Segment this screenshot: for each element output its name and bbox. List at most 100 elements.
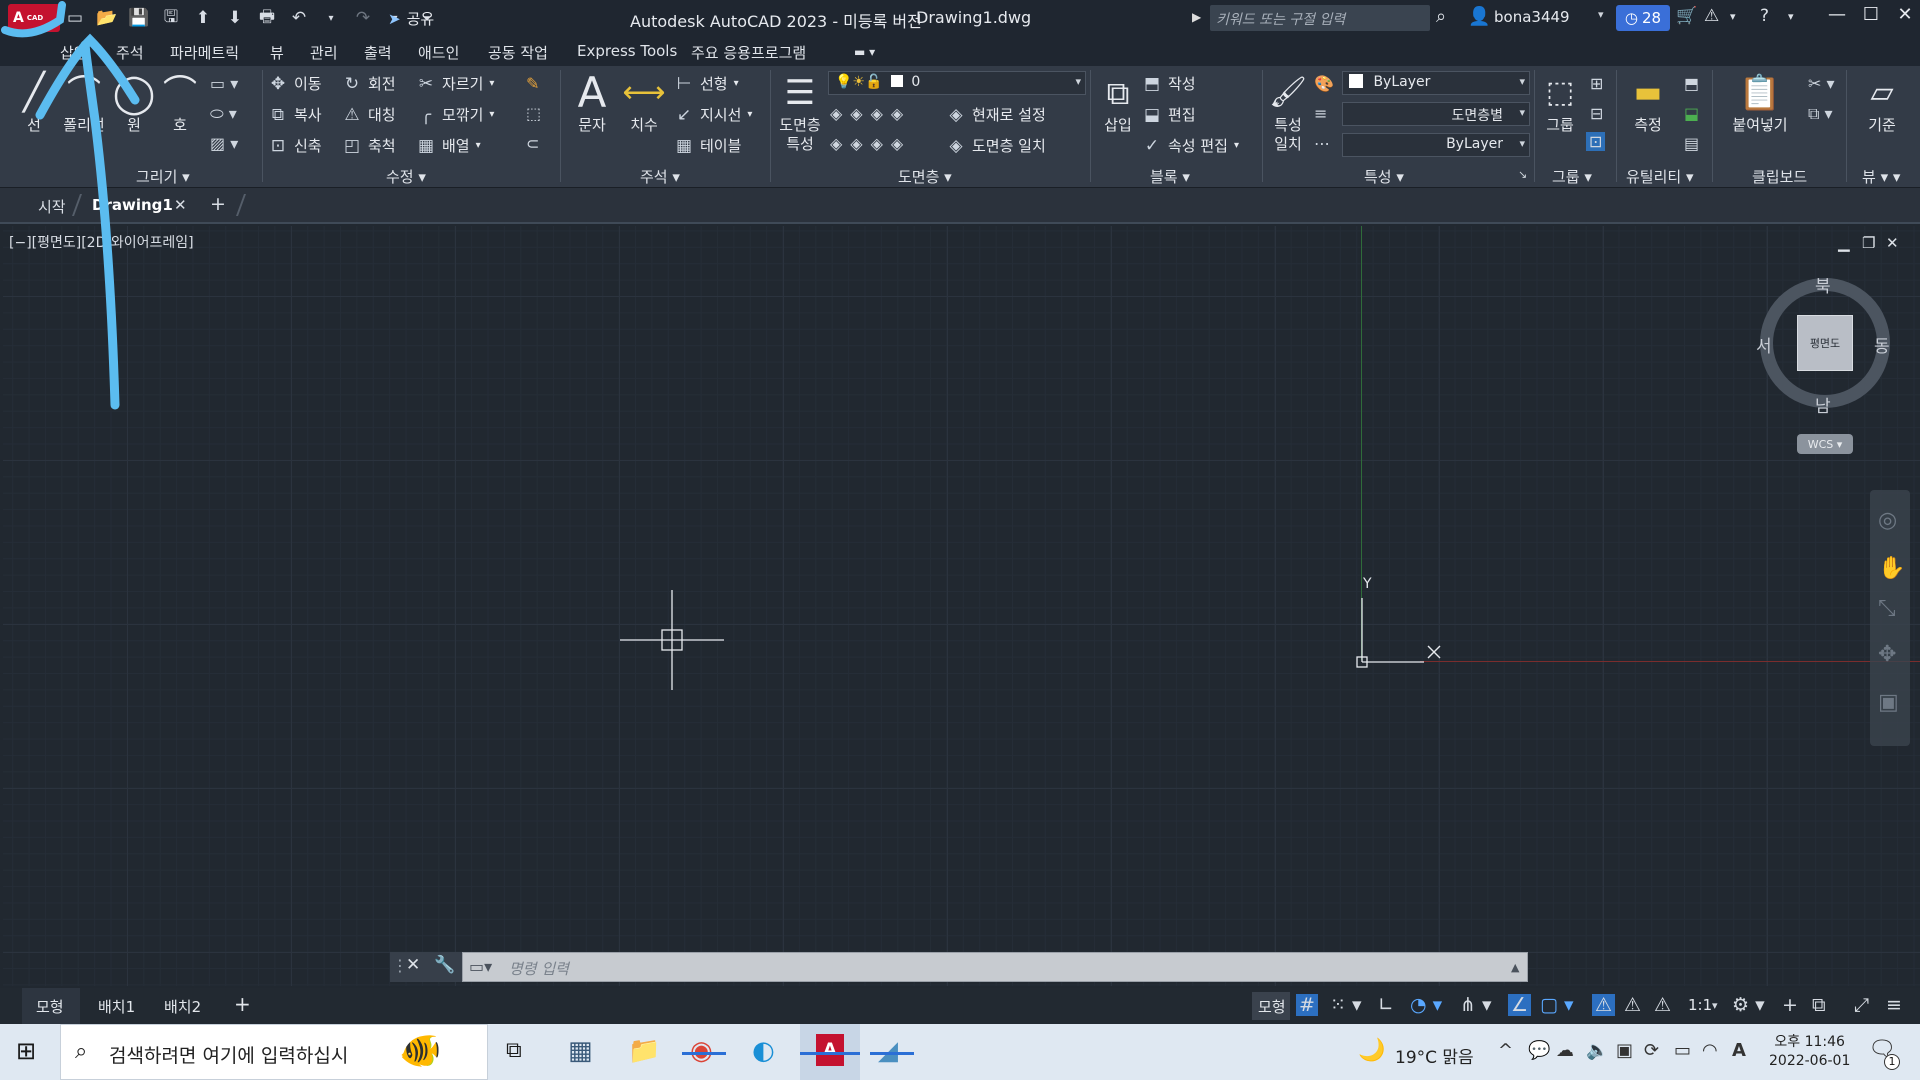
tab-express-tools[interactable]: Express Tools (577, 42, 677, 60)
tab-manage[interactable]: 관리 (310, 42, 338, 63)
share-button[interactable]: ➤ 공유 (388, 8, 434, 29)
polar-icon[interactable]: ◔ ▾ (1410, 994, 1442, 1016)
stretch-button[interactable]: ⊡ 신축 (268, 135, 322, 156)
circle-button[interactable]: ◯ 원 (112, 70, 156, 135)
panel-title-modify[interactable]: 수정 ▾ (386, 166, 426, 187)
layer-properties-button[interactable]: ☰ 도면층 특성 (774, 70, 826, 154)
model-space-toggle[interactable]: 모형 (1258, 996, 1286, 1017)
drawing-canvas[interactable] (3, 226, 1920, 986)
annotation-scale-value[interactable]: 1:1 (1688, 996, 1712, 1014)
undo-icon[interactable]: ↶ (288, 8, 310, 28)
other-app-icon[interactable]: ◢ (878, 1036, 898, 1066)
mirror-button[interactable]: ⚠ 대칭 (342, 104, 395, 125)
scale-button[interactable]: ◰ 축척 (342, 135, 396, 156)
tab-output[interactable]: 출력 (364, 42, 392, 63)
copy-button[interactable]: ⧉ 복사 (268, 104, 322, 125)
user-name[interactable]: bona3449 (1494, 8, 1570, 26)
file-explorer-icon[interactable]: 📁 (628, 1036, 660, 1066)
table-button[interactable]: ▦ 테이블 (674, 135, 741, 156)
offset-icon[interactable]: ⊂ (526, 134, 539, 153)
create-block-button[interactable]: ⬒ 작성 (1142, 73, 1196, 94)
annotation-monitor-icon[interactable]: + (1782, 994, 1798, 1016)
move-button[interactable]: ✥ 이동 (268, 73, 322, 94)
battery-icon[interactable]: ▭ (1674, 1040, 1691, 1061)
dimension-button[interactable]: ⟷ 치수 (622, 70, 666, 135)
update-icon[interactable]: ⟳ (1644, 1040, 1659, 1061)
compass-east[interactable]: 동 (1874, 332, 1890, 357)
panel-title-layers[interactable]: 도면층 ▾ (898, 166, 952, 187)
leader-button[interactable]: ↙ 지시선 ▾ (674, 104, 753, 125)
panel-title-annotation[interactable]: 주석 ▾ (640, 166, 680, 187)
line-button[interactable]: ╱ 선 (12, 70, 56, 135)
color-dropdown[interactable]: ByLayer ▾ (1342, 71, 1530, 95)
weather-icon[interactable]: 🌙 (1358, 1038, 1385, 1063)
lineweight-dropdown[interactable]: ByLayer ▾ (1342, 133, 1530, 157)
undo-dropdown-icon[interactable]: ▾ (320, 13, 342, 24)
rotate-button[interactable]: ↻ 회전 (342, 73, 396, 94)
tab-collaborate[interactable]: 공동 작업 (488, 42, 548, 63)
minimize-button[interactable]: — (1822, 4, 1852, 25)
command-close-icon[interactable]: ✕ (406, 955, 420, 975)
command-customize-icon[interactable]: 🔧 (434, 955, 455, 975)
compass-north[interactable]: 북 (1815, 272, 1831, 297)
polyline-button[interactable]: ⌒ 폴리선 (58, 70, 110, 135)
object-snap-tracking-icon[interactable]: ∠ (1508, 994, 1532, 1016)
customize-status-icon[interactable]: ≡ (1886, 994, 1902, 1016)
edge-icon[interactable]: ◐ (752, 1036, 775, 1066)
tab-layout1[interactable]: 배치1 (98, 996, 135, 1017)
onedrive-icon[interactable]: ☁ (1556, 1040, 1574, 1061)
command-input[interactable]: 명령 입력 (509, 958, 569, 979)
auto-scale-icon[interactable]: ⚠ (1624, 994, 1641, 1016)
trial-days-badge[interactable]: ◷ 28 (1616, 5, 1670, 31)
measure-button[interactable]: ▬ 측정 (1624, 70, 1672, 135)
explode-icon[interactable]: ⬚ (526, 104, 541, 123)
tray-expand-icon[interactable]: ^ (1498, 1040, 1513, 1061)
quick-select-icon[interactable]: ⬒ (1684, 74, 1699, 93)
autodesk-app-icon[interactable]: ⚠ (1704, 6, 1719, 26)
viewport-controls-label[interactable]: [−][평면도][2D 와이어프레임] (9, 232, 194, 252)
user-icon[interactable]: 👤 (1468, 6, 1490, 27)
new-file-icon[interactable]: ▭ (64, 8, 86, 28)
open-file-icon[interactable]: 📂 (96, 8, 118, 28)
help-dropdown-icon[interactable]: ▾ (1788, 10, 1794, 23)
fillet-button[interactable]: ╭ 모깎기 ▾ (416, 104, 495, 125)
properties-launcher-icon[interactable]: ↘ (1518, 168, 1527, 181)
calculator-icon[interactable]: ▤ (1684, 134, 1699, 153)
tab-insert[interactable]: 삽입 (60, 42, 88, 63)
edit-attributes-button[interactable]: ✓ 속성 편집 ▾ (1142, 135, 1239, 156)
layer-dropdown[interactable]: 💡☀🔓 0 ▾ (828, 71, 1086, 95)
group-select-icon[interactable]: ⊡ (1586, 132, 1606, 151)
tab-layout2[interactable]: 배치2 (164, 996, 201, 1017)
tab-drawing1[interactable]: Drawing1 (92, 196, 173, 214)
expand-arrow-icon[interactable]: ▶ (1192, 10, 1201, 24)
grid-icon[interactable]: # (1296, 994, 1318, 1016)
panel-title-clipboard[interactable]: 클립보드 (1752, 166, 1807, 187)
help-icon[interactable]: ? (1760, 6, 1769, 26)
base-view-button[interactable]: ▱ 기준 (1856, 70, 1908, 135)
rectangle-icon[interactable]: ▭ ▾ (210, 74, 238, 93)
paste-button[interactable]: 📋 붙여넣기 (1724, 70, 1796, 135)
cart-icon[interactable]: 🛒 (1676, 6, 1697, 26)
arc-button[interactable]: ⌒ 호 (158, 70, 202, 135)
network-icon[interactable]: ◠ (1702, 1040, 1718, 1061)
copy-clip-icon[interactable]: ⧉ ▾ (1808, 104, 1833, 124)
viewport-close-icon[interactable]: ✕ (1886, 234, 1899, 252)
ime-icon[interactable]: A (1732, 1040, 1746, 1061)
maximize-button[interactable]: ☐ (1856, 4, 1886, 25)
group-edit-icon[interactable]: ⊟ (1590, 104, 1603, 123)
command-line[interactable]: ▭▾ 명령 입력 ▲ (462, 952, 1528, 982)
autocad-taskbar-icon[interactable]: A (816, 1034, 844, 1066)
snap-icon[interactable]: ⁙ ▾ (1330, 994, 1362, 1016)
add-layout-icon[interactable]: + (234, 992, 251, 1016)
web-save-icon[interactable]: ⬇ (224, 8, 246, 28)
redo-icon[interactable]: ↷ (352, 8, 374, 28)
compass-west[interactable]: 서 (1756, 332, 1772, 357)
panel-title-groups[interactable]: 그룹 ▾ (1552, 166, 1592, 187)
search-input[interactable]: 키워드 또는 구절 입력 (1210, 5, 1430, 31)
pan-icon[interactable]: ✋ (1878, 556, 1905, 581)
tab-view[interactable]: 뷰 (270, 42, 284, 63)
linetype-dropdown[interactable]: 도면층별 ▾ (1342, 102, 1530, 126)
ribbon-minimize-icon[interactable]: ▬ ▾ (854, 45, 875, 59)
erase-icon[interactable]: ✎ (526, 74, 539, 93)
volume-icon[interactable]: 🔈 (1586, 1040, 1608, 1061)
